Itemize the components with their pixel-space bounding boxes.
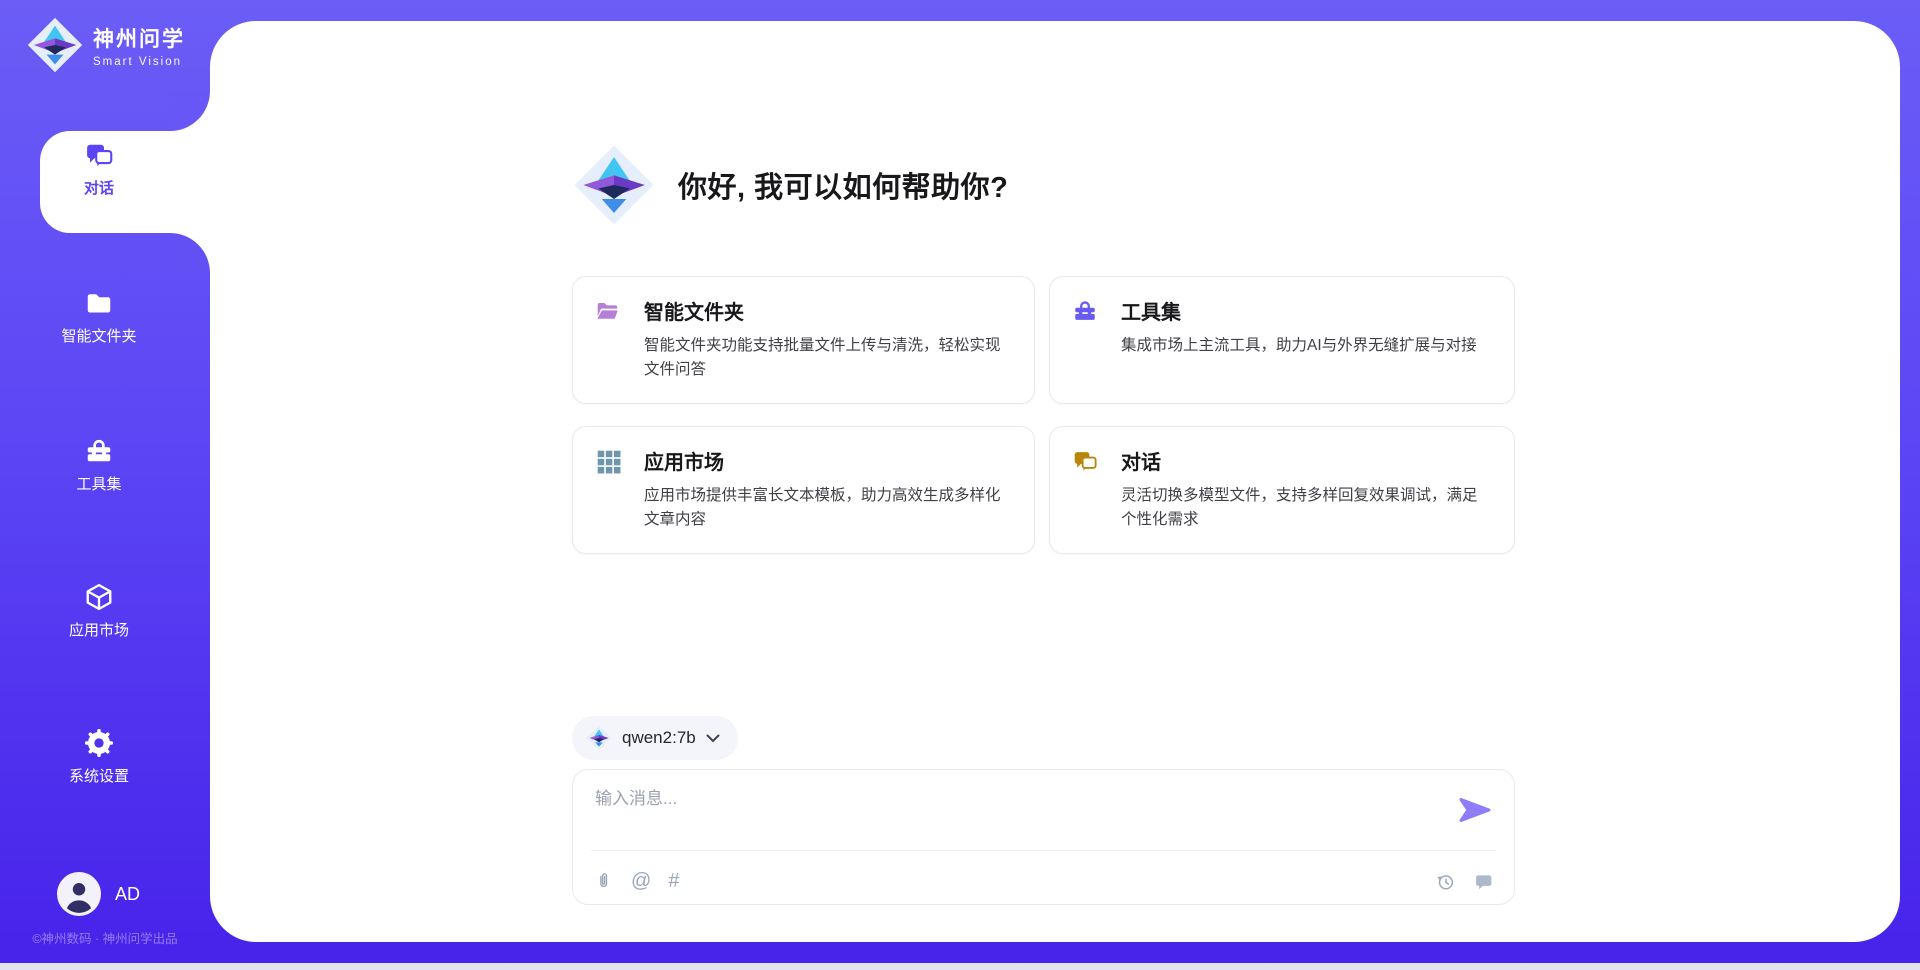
logo-diamond-icon: [586, 725, 612, 751]
user-profile[interactable]: AD: [57, 872, 140, 916]
active-tab-fillet-bottom: [170, 233, 210, 273]
card-description: 应用市场提供丰富长文本模板，助力高效生成多样化文章内容: [644, 484, 1010, 531]
brand: 神州问学 Smart Vision: [26, 16, 185, 74]
brand-subtitle: Smart Vision: [93, 56, 185, 68]
sidebar: 神州问学 Smart Vision 对话 智能文件夹 工具集 应用市场 系统设置: [0, 0, 210, 970]
mention-button[interactable]: @: [631, 871, 651, 891]
model-selector[interactable]: qwen2:7b: [572, 716, 738, 760]
app-root: 神州问学 Smart Vision 对话 智能文件夹 工具集 应用市场 系统设置: [0, 0, 1920, 970]
cube-icon: [84, 582, 114, 612]
sidebar-item-toolset[interactable]: 工具集: [0, 436, 198, 494]
hash-icon: #: [668, 871, 679, 891]
message-input[interactable]: [593, 782, 1448, 844]
grid-icon: [595, 448, 621, 474]
card-title: 对话: [1121, 446, 1161, 475]
toolbox-icon: [1072, 298, 1098, 324]
greeting: 你好, 我可以如何帮助你?: [572, 143, 1008, 227]
sidebar-item-smart-folder[interactable]: 智能文件夹: [0, 288, 198, 346]
card-smart-folder[interactable]: 智能文件夹 智能文件夹功能支持批量文件上传与清洗，轻松实现文件问答: [572, 276, 1035, 404]
card-app-market[interactable]: 应用市场 应用市场提供丰富长文本模板，助力高效生成多样化文章内容: [572, 426, 1035, 554]
open-folder-icon: [595, 298, 621, 324]
history-icon: [1435, 871, 1456, 892]
user-avatar-icon: [57, 872, 101, 916]
attach-icon: [593, 871, 614, 892]
sidebar-item-app-market[interactable]: 应用市场: [0, 582, 198, 640]
copyright-text: ©神州数码 · 神州问学出品: [0, 928, 210, 947]
chevron-down-icon: [706, 734, 720, 743]
mention-icon: @: [631, 871, 651, 891]
chat-icon: [1072, 448, 1098, 474]
history-button[interactable]: [1435, 871, 1456, 892]
sidebar-item-chat[interactable]: 对话: [0, 140, 198, 198]
message-composer: @ #: [572, 769, 1515, 905]
card-chat[interactable]: 对话 灵活切换多模型文件，支持多样回复效果调试，满足个性化需求: [1049, 426, 1515, 554]
card-title: 智能文件夹: [644, 296, 744, 325]
brand-logo-diamond-icon: [26, 16, 84, 74]
brand-name: 神州问学: [93, 23, 185, 53]
sidebar-item-label: 系统设置: [69, 765, 129, 786]
main-panel: 你好, 我可以如何帮助你? 智能文件夹 智能文件夹功能支持批量文件上传与清洗，轻…: [210, 21, 1900, 942]
sidebar-item-settings[interactable]: 系统设置: [0, 728, 198, 786]
card-title: 工具集: [1121, 296, 1181, 325]
hash-button[interactable]: #: [668, 871, 679, 891]
sidebar-item-label: 智能文件夹: [61, 325, 136, 346]
active-tab-fillet-top: [170, 91, 210, 131]
card-description: 智能文件夹功能支持批量文件上传与清洗，轻松实现文件问答: [644, 334, 1010, 381]
feature-cards: 智能文件夹 智能文件夹功能支持批量文件上传与清洗，轻松实现文件问答 工具集 集成…: [572, 276, 1515, 554]
card-title: 应用市场: [644, 446, 724, 475]
chat-icon: [84, 140, 114, 170]
composer-toolbar: @ #: [593, 866, 1494, 896]
sidebar-item-label: 应用市场: [69, 619, 129, 640]
card-description: 集成市场上主流工具，助力AI与外界无缝扩展与对接: [1121, 334, 1490, 358]
comment-button[interactable]: [1473, 871, 1494, 892]
sidebar-item-label: 对话: [84, 177, 114, 198]
greeting-title: 你好, 我可以如何帮助你?: [678, 164, 1008, 206]
model-name: qwen2:7b: [622, 728, 696, 748]
card-description: 灵活切换多模型文件，支持多样回复效果调试，满足个性化需求: [1121, 484, 1490, 531]
composer-divider: [591, 850, 1496, 851]
send-icon: [1458, 796, 1492, 824]
card-toolset[interactable]: 工具集 集成市场上主流工具，助力AI与外界无缝扩展与对接: [1049, 276, 1515, 404]
toolbox-icon: [84, 436, 114, 466]
send-button[interactable]: [1454, 792, 1496, 828]
logo-diamond-icon: [572, 143, 656, 227]
gear-icon: [84, 728, 114, 758]
user-initials: AD: [115, 884, 140, 905]
window-bottom-strip: [0, 963, 1920, 970]
attach-button[interactable]: [593, 871, 614, 892]
folder-icon: [84, 288, 114, 318]
sidebar-item-label: 工具集: [76, 473, 121, 494]
comment-icon: [1473, 871, 1494, 892]
